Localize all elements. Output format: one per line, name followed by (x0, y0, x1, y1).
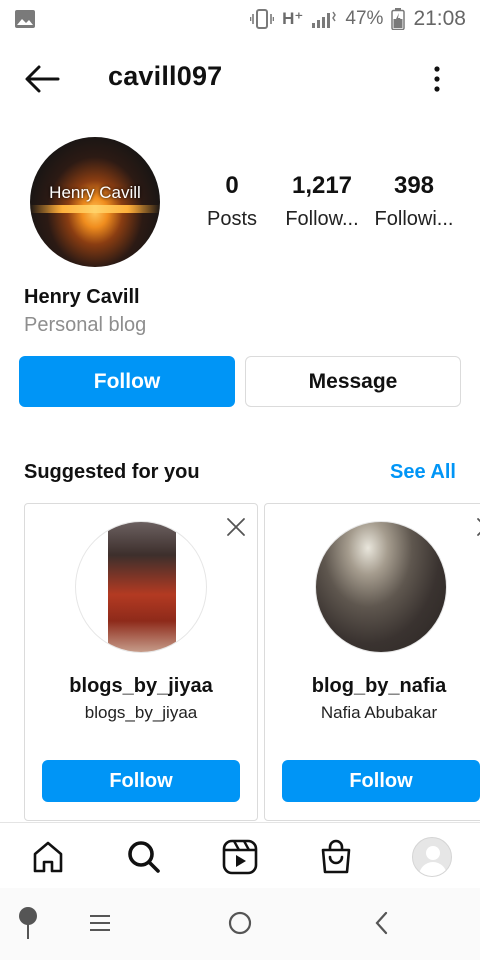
battery-icon (391, 8, 406, 30)
assistant-pin-icon (19, 907, 37, 939)
network-type: H⁺ (282, 9, 304, 28)
reels-icon (222, 839, 258, 875)
nav-profile[interactable] (412, 837, 452, 877)
followers-label: Follow... (285, 208, 359, 230)
recents-button[interactable] (86, 906, 114, 940)
see-all-link[interactable]: See All (390, 461, 456, 484)
followers-stat[interactable]: 1,217 Follow... (282, 172, 362, 231)
avatar-text: Henry Cavill (49, 183, 141, 202)
follow-button[interactable]: Follow (19, 356, 235, 407)
avatar-photo (108, 522, 176, 652)
system-nav-bar (0, 888, 480, 960)
vibrate-icon (250, 9, 275, 29)
close-icon[interactable] (223, 514, 249, 540)
back-arrow-icon[interactable] (22, 63, 62, 95)
home-button[interactable] (226, 906, 254, 940)
message-button[interactable]: Message (245, 356, 461, 407)
avatar-glow (30, 205, 160, 213)
status-right: H⁺ 47% 21:08 (250, 7, 466, 31)
home-circle-icon (228, 911, 252, 935)
gallery-icon (15, 10, 35, 28)
suggested-title: Suggested for you (24, 461, 200, 483)
header-username: cavill097 (108, 61, 223, 91)
more-options-icon[interactable] (432, 63, 442, 95)
signal-icon (312, 11, 337, 28)
status-bar: H⁺ 47% 21:08 (0, 0, 480, 38)
close-icon[interactable] (473, 514, 480, 540)
suggestion-card[interactable]: blog_by_nafia Nafia Abubakar Follow (264, 503, 480, 821)
battery-percent: 47% (345, 8, 384, 29)
nav-shop[interactable] (316, 837, 356, 877)
suggestion-follow-button[interactable]: Follow (282, 760, 480, 802)
profile-avatar-icon (412, 837, 452, 877)
suggestion-avatar[interactable] (75, 521, 207, 653)
search-icon (128, 841, 160, 873)
back-chevron-icon (375, 911, 388, 935)
nav-home[interactable] (28, 837, 68, 877)
suggestion-username[interactable]: blog_by_nafia (265, 675, 480, 698)
following-count: 398 (393, 172, 435, 199)
suggestion-name: blogs_by_jiyaa (84, 703, 198, 722)
posts-count: 0 (225, 172, 239, 199)
posts-stat[interactable]: 0 Posts (202, 172, 262, 231)
suggestion-card[interactable]: blogs_by_jiyaa blogs_by_jiyaa Follow (24, 503, 258, 821)
posts-label: Posts (206, 208, 258, 230)
suggestion-follow-button[interactable]: Follow (42, 760, 240, 802)
shop-icon (321, 839, 351, 874)
profile-bio: Personal blog (24, 314, 147, 336)
following-label: Followi... (374, 208, 454, 230)
followers-count: 1,217 (291, 172, 353, 199)
assistant-button[interactable] (14, 906, 42, 940)
profile-display-name: Henry Cavill (24, 286, 140, 308)
nav-reels[interactable] (220, 837, 260, 877)
suggestion-avatar[interactable] (315, 521, 447, 653)
nav-search[interactable] (124, 837, 164, 877)
recents-icon (90, 915, 110, 931)
following-stat[interactable]: 398 Followi... (372, 172, 456, 231)
profile-header: cavill097 (0, 55, 480, 103)
bottom-nav (0, 822, 480, 888)
profile-avatar[interactable]: Henry Cavill (30, 137, 160, 267)
suggestion-username[interactable]: blogs_by_jiyaa (25, 675, 257, 698)
profile-stats: 0 Posts 1,217 Follow... 398 Followi... (190, 172, 480, 242)
back-button[interactable] (368, 906, 396, 940)
home-icon (33, 841, 63, 873)
suggestion-name: Nafia Abubakar (320, 703, 438, 722)
clock: 21:08 (413, 7, 466, 30)
